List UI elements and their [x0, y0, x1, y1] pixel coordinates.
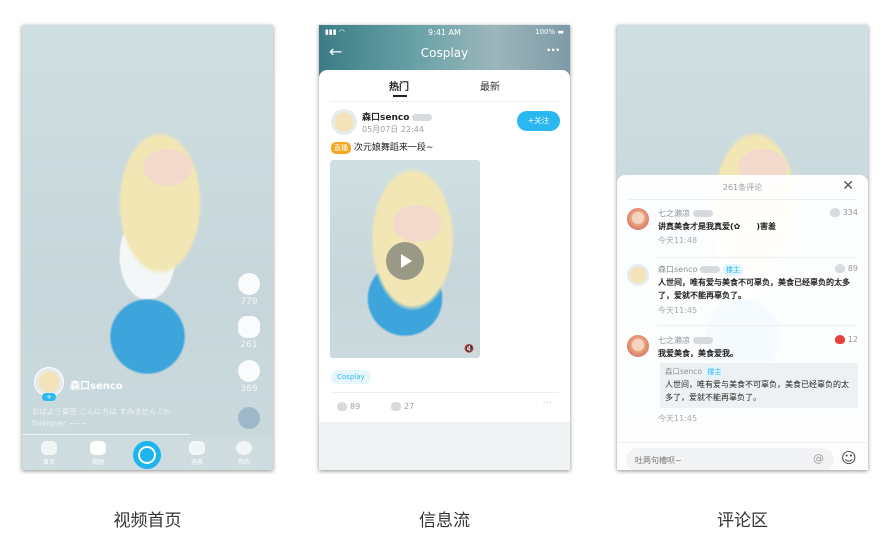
comment-item: 七之濑凉 我爱美食，美食爱我。 森口senco 楼主 人世间，唯有爱与美食不可辜…	[627, 335, 858, 430]
feed-card: 热门 最新 森口senco 05月07日 22:44 +关注 直播 次元娘舞蹈来…	[319, 70, 570, 470]
comment-count-header: 261条评论	[722, 183, 763, 192]
author-name[interactable]: 森口senco	[70, 377, 123, 392]
post-text: 次元娘舞蹈来一段~	[353, 143, 434, 153]
op-badge: 楼主	[723, 264, 743, 276]
mention-icon[interactable]: @	[813, 452, 824, 465]
caption-video-home: 视频首页	[113, 511, 182, 531]
like-action[interactable]: 89	[337, 402, 360, 411]
author-name[interactable]: 森口senco	[362, 110, 433, 123]
video-home-screen: 779 261 369 + 森口senco おはよう東京 こんにちは すみません…	[22, 25, 273, 470]
battery: 100% ▬	[535, 28, 564, 36]
heart-icon[interactable]	[238, 273, 260, 295]
heart-icon	[829, 208, 840, 217]
level-badge	[412, 114, 433, 121]
share-count: 369	[240, 384, 258, 394]
divider	[330, 392, 559, 393]
close-icon[interactable]: ✕	[842, 178, 854, 194]
like-count: 779	[240, 297, 258, 307]
home-icon	[41, 441, 57, 455]
comment-time: 今天11:48	[658, 236, 698, 245]
caption-comments: 评论区	[717, 511, 768, 531]
video-player[interactable]	[22, 25, 273, 470]
play-icon	[401, 254, 412, 268]
comment-panel: 261条评论 ✕ 七之濑凉 讲真美食才是我真爱(✿ )害羞 今天11:48 33…	[617, 175, 868, 470]
more-icon[interactable]: ···	[542, 398, 552, 409]
user-avatar[interactable]	[627, 335, 649, 357]
comment-action[interactable]: 27	[391, 402, 414, 411]
tab-hot[interactable]: 热门	[389, 78, 409, 93]
divider	[330, 101, 559, 102]
video-icon	[90, 441, 106, 455]
nav-profile[interactable]: 我的	[229, 441, 259, 466]
quoted-reply: 森口senco 楼主 人世间，唯有爱与美食不可辜负，美食已经辜负的太多了，爱就不…	[660, 363, 858, 408]
quoted-user: 森口senco 楼主	[665, 366, 853, 378]
comment-time: 今天11:45	[658, 306, 698, 315]
author-avatar[interactable]	[331, 109, 357, 135]
nav-home[interactable]: 首页	[34, 441, 64, 466]
comment-user[interactable]: 七之濑凉	[658, 208, 713, 219]
comment-icon	[391, 402, 401, 411]
heart-icon	[337, 402, 347, 411]
divider	[617, 442, 868, 443]
comment-user[interactable]: 七之濑凉	[658, 335, 713, 346]
video-description: おはよう東京 こんにちは すみません I'm foreigner ~~~	[32, 407, 171, 428]
comment-like[interactable]: 334	[829, 208, 858, 217]
emoji-icon[interactable]: ☺	[841, 449, 857, 467]
mute-icon[interactable]: 🔇	[464, 344, 474, 353]
comment-like[interactable]: 12	[834, 335, 858, 344]
comment-item: 森口senco 楼主 人世间，唯有爱与美食不可辜负，美食已经辜负的太多了，爱就不…	[627, 264, 858, 324]
topic-chip[interactable]: Cosplay	[331, 370, 371, 384]
comment-item: 七之濑凉 讲真美食才是我真爱(✿ )害羞 今天11:48 334	[627, 208, 858, 253]
heart-icon	[834, 264, 845, 273]
op-badge: 楼主	[704, 366, 725, 378]
more-icon[interactable]: ···	[546, 43, 560, 57]
status-time: 9:41 AM	[428, 28, 461, 37]
divider	[629, 199, 856, 200]
comment-count: 261	[240, 340, 258, 350]
feed-background	[319, 422, 570, 470]
play-button[interactable]	[386, 242, 424, 280]
music-disc-icon[interactable]	[236, 405, 262, 431]
page-title: Cosplay	[420, 46, 469, 60]
comment-text: 人世间，唯有爱与美食不可辜负，美食已经辜负的太多了，爱就不能再辜负了。	[658, 278, 850, 300]
comment-text: 我爱美食，美食爱我。	[658, 349, 738, 358]
user-avatar[interactable]	[627, 264, 649, 286]
profile-icon	[236, 441, 252, 455]
post-text-line: 直播 次元娘舞蹈来一段~	[331, 140, 433, 154]
tab-indicator	[393, 95, 407, 97]
post-date: 05月07日 22:44	[362, 125, 424, 134]
comment-icon[interactable]	[238, 316, 260, 338]
follow-button[interactable]: +	[42, 393, 56, 401]
bottom-nav: 首页 视频 消息 我的	[22, 437, 273, 470]
user-avatar[interactable]	[627, 208, 649, 230]
feed-screen: ▮▮▮ ◠ 9:41 AM 100% ▬ ← Cosplay ··· 热门 最新…	[319, 25, 570, 470]
live-badge: 直播	[331, 142, 351, 154]
camera-button[interactable]	[133, 441, 161, 469]
message-icon	[189, 441, 205, 455]
comment-input[interactable]	[626, 448, 834, 470]
caption-feed: 信息流	[419, 511, 470, 531]
comment-time: 今天11:45	[658, 414, 698, 423]
nav-video[interactable]: 视频	[83, 441, 113, 466]
comment-like[interactable]: 89	[834, 264, 858, 273]
divider	[657, 257, 856, 258]
progress-bar[interactable]	[22, 434, 190, 435]
quoted-text: 人世间，唯有爱与美食不可辜负，美食已经辜负的太多了，爱就不能再辜负了。	[665, 380, 849, 402]
divider	[657, 325, 856, 326]
nav-messages[interactable]: 消息	[182, 441, 212, 466]
heart-icon	[834, 335, 845, 344]
comment-user[interactable]: 森口senco 楼主	[658, 264, 743, 276]
follow-button[interactable]: +关注	[517, 111, 560, 131]
tab-latest[interactable]: 最新	[480, 78, 500, 93]
share-icon[interactable]	[238, 360, 260, 382]
comments-screen: 261条评论 ✕ 七之濑凉 讲真美食才是我真爱(✿ )害羞 今天11:48 33…	[617, 25, 868, 470]
comment-text: 讲真美食才是我真爱(✿ )害羞	[658, 222, 777, 231]
